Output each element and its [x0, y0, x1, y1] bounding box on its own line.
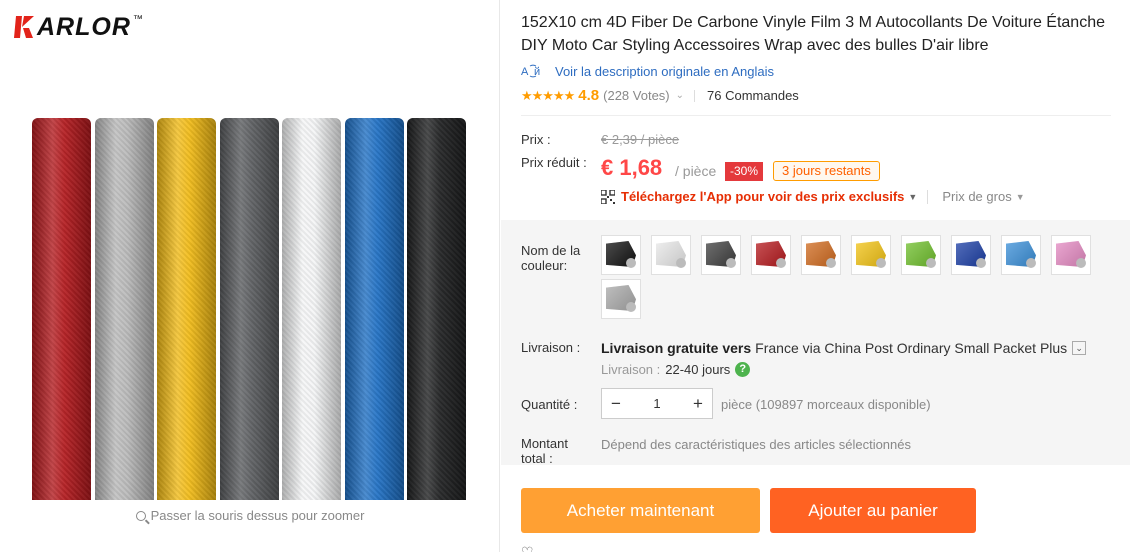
free-shipping-text: Livraison gratuite vers	[601, 340, 752, 356]
help-icon[interactable]: ?	[735, 362, 751, 377]
magnifier-icon	[135, 511, 146, 521]
swatch-roll-end	[626, 258, 636, 268]
color-label: Nom de la couleur:	[521, 243, 581, 273]
translate-icon: A й	[521, 64, 540, 78]
color-swatch[interactable]	[751, 235, 791, 275]
original-price: € 2,39 / pièce	[601, 132, 680, 147]
quantity-decrease-button[interactable]: −	[602, 389, 630, 418]
zoom-hint-text: Passer la souris dessus pour zoomer	[150, 508, 365, 523]
color-swatch[interactable]	[851, 235, 891, 275]
color-swatch[interactable]	[651, 235, 691, 275]
divider	[521, 115, 1111, 116]
delivery-days: 22-40 jours	[665, 362, 731, 377]
chevron-down-icon[interactable]: ⌄	[676, 90, 684, 101]
caret-down-icon[interactable]: ▼	[1016, 192, 1025, 202]
color-swatch[interactable]	[951, 235, 991, 275]
swatch-roll-end	[1026, 258, 1036, 268]
film-roll	[282, 118, 341, 500]
divider	[927, 189, 929, 204]
film-roll	[32, 118, 91, 500]
reduced-price: € 1,68	[601, 155, 663, 180]
delivery-time: Livraison : 22-40 jours ?	[601, 362, 751, 377]
add-to-cart-button[interactable]: Ajouter au panier	[770, 488, 976, 533]
color-swatch[interactable]	[601, 279, 641, 319]
color-swatch[interactable]	[801, 235, 841, 275]
quantity-increase-button[interactable]: +	[684, 389, 712, 418]
product-gallery: ARLOR ™ Passer la souris dessus pour zoo…	[0, 0, 500, 552]
discount-badge: -30%	[725, 162, 764, 181]
original-description-link[interactable]: A й Voir la description originale en Ang…	[521, 63, 774, 79]
days-remaining-badge: 3 jours restants	[773, 161, 880, 181]
swatch-roll-end	[626, 302, 636, 312]
price-label: Prix :	[521, 132, 551, 147]
buy-now-button[interactable]: Acheter maintenant	[521, 488, 760, 533]
rating-value: 4.8	[578, 87, 600, 104]
wholesale-price-link[interactable]: Prix de gros	[942, 189, 1011, 204]
brand-trademark: ™	[132, 14, 143, 25]
divider	[694, 89, 696, 102]
quantity-stepper: − 1 +	[601, 388, 713, 419]
product-main-image[interactable]	[32, 118, 478, 500]
brand-logo: ARLOR ™	[14, 14, 143, 40]
app-promo-row: Téléchargez l'App pour voir des prix exc…	[601, 189, 1025, 204]
product-title: 152X10 cm 4D Fiber De Carbone Vinyle Fil…	[521, 14, 1105, 54]
star-rating-icon: ★★★★★	[521, 87, 575, 103]
film-roll	[407, 118, 466, 500]
film-roll	[219, 118, 279, 500]
film-roll	[344, 118, 404, 500]
swatch-roll-end	[826, 258, 836, 268]
swatch-roll-end	[926, 258, 936, 268]
shipping-option[interactable]: Livraison gratuite vers France via China…	[601, 340, 1087, 356]
caret-down-icon[interactable]: ▼	[908, 192, 917, 202]
votes-link[interactable]: (228 Votes)	[603, 88, 670, 103]
total-note: Dépend des caractéristiques des articles…	[601, 437, 912, 452]
zoom-hint: Passer la souris dessus pour zoomer	[0, 508, 500, 523]
brand-k-mark	[14, 16, 34, 38]
chevron-down-icon[interactable]: ⌄	[1072, 341, 1087, 355]
wishlist-heart-icon[interactable]: ♡	[521, 544, 534, 552]
price-unit: / pièce	[675, 163, 717, 179]
svg-text:A: A	[521, 66, 529, 78]
swatch-roll-end	[726, 258, 736, 268]
stock-info: pièce (109897 morceaux disponible)	[721, 397, 931, 412]
quantity-input[interactable]: 1	[630, 396, 684, 411]
shipping-label: Livraison :	[521, 340, 581, 355]
swatch-roll-end	[876, 258, 886, 268]
total-label: Montant total :	[521, 436, 568, 466]
orders-count: 76 Commandes	[707, 88, 799, 103]
app-promo-link[interactable]: Téléchargez l'App pour voir des prix exc…	[621, 189, 904, 204]
shipping-carrier: France via China Post Ordinary Small Pac…	[755, 340, 1068, 356]
rating-row: ★★★★★ 4.8 (228 Votes) ⌄ 76 Commandes	[521, 87, 799, 104]
color-swatch[interactable]	[601, 235, 641, 275]
film-roll	[157, 118, 216, 500]
color-swatch[interactable]	[901, 235, 941, 275]
swatch-roll-end	[1076, 258, 1086, 268]
delivery-label: Livraison :	[601, 362, 661, 377]
quantity-label: Quantité :	[521, 397, 578, 412]
original-description-text: Voir la description originale en Anglais	[555, 63, 774, 79]
brand-name: ARLOR	[37, 13, 131, 41]
product-details: 152X10 cm 4D Fiber De Carbone Vinyle Fil…	[501, 0, 1130, 552]
film-roll	[94, 118, 154, 500]
qr-code-icon	[601, 189, 615, 204]
reduced-price-label: Prix réduit :	[521, 155, 587, 170]
swatch-roll-end	[976, 258, 986, 268]
color-swatch[interactable]	[1051, 235, 1091, 275]
color-swatch[interactable]	[1001, 235, 1041, 275]
swatch-roll-end	[776, 258, 786, 268]
swatch-roll-end	[676, 258, 686, 268]
color-swatch[interactable]	[701, 235, 741, 275]
